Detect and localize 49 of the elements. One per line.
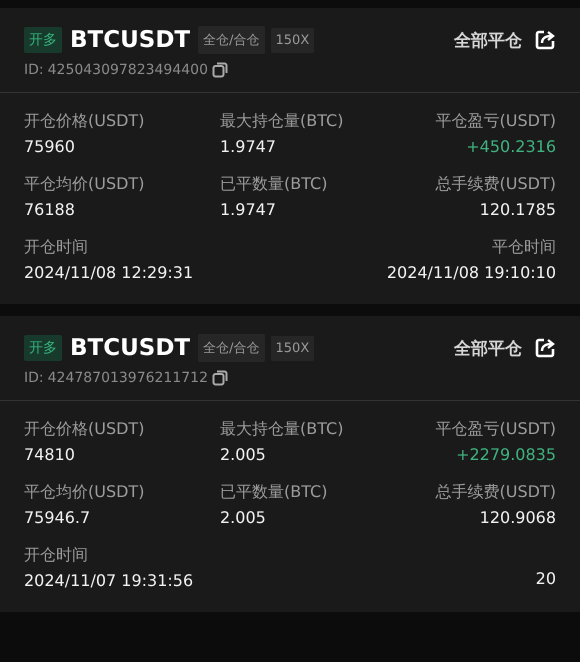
field-value: 2.005 <box>220 508 266 527</box>
field-label: 开仓价格(USDT) <box>24 419 144 440</box>
field-label: 总手续费(USDT) <box>436 174 556 195</box>
symbol-title: BTCUSDT <box>70 335 190 361</box>
id-label: ID: <box>24 62 44 78</box>
field-label: 已平数量(BTC) <box>220 174 328 195</box>
field-value: 76188 <box>24 200 75 219</box>
field-value: 1.9747 <box>220 137 276 156</box>
order-id: 424787013976211712 <box>48 370 208 386</box>
field-label: 平仓盈亏(USDT) <box>436 419 556 440</box>
leverage-tag: 150X <box>270 28 314 52</box>
close-all-button[interactable]: 全部平仓 <box>454 28 556 52</box>
id-label: ID: <box>24 370 44 386</box>
close-all-button[interactable]: 全部平仓 <box>454 336 556 360</box>
share-icon <box>534 337 556 359</box>
field-label: 总手续费(USDT) <box>436 482 556 503</box>
field-value: 20 <box>536 569 556 588</box>
side-badge: 开多 <box>24 335 62 361</box>
margin-mode-tag: 全仓/合仓 <box>198 26 265 54</box>
field-label: 最大持仓量(BTC) <box>220 419 344 440</box>
field-label: 平仓均价(USDT) <box>24 482 144 503</box>
field-label: 最大持仓量(BTC) <box>220 111 344 132</box>
field-label: 开仓时间 <box>24 237 88 258</box>
field-label: 平仓均价(USDT) <box>24 174 144 195</box>
field-value: 120.1785 <box>480 200 556 219</box>
copy-icon[interactable] <box>212 62 228 78</box>
field-value: +450.2316 <box>466 137 556 156</box>
field-label: 平仓时间 <box>492 237 556 258</box>
leverage-tag: 150X <box>270 336 314 360</box>
field-value: 2.005 <box>220 445 266 464</box>
margin-mode-tag: 全仓/合仓 <box>198 334 265 362</box>
field-label: 开仓时间 <box>24 545 88 566</box>
field-value: 120.9068 <box>480 508 556 527</box>
field-label: 已平数量(BTC) <box>220 482 328 503</box>
field-value: 74810 <box>24 445 75 464</box>
field-value: 2024/11/08 12:29:31 <box>24 263 194 282</box>
field-value: 75946.7 <box>24 508 90 527</box>
side-badge: 开多 <box>24 27 62 53</box>
field-value: +2279.0835 <box>456 445 556 464</box>
field-value: 2024/11/08 19:10:10 <box>386 263 556 282</box>
copy-icon[interactable] <box>212 370 228 386</box>
order-id: 425043097823494400 <box>48 62 208 78</box>
share-icon <box>534 29 556 51</box>
symbol-title: BTCUSDT <box>70 27 190 53</box>
field-label: 开仓价格(USDT) <box>24 111 144 132</box>
field-label: 平仓盈亏(USDT) <box>436 111 556 132</box>
field-value: 75960 <box>24 137 75 156</box>
field-value: 1.9747 <box>220 200 276 219</box>
field-value: 2024/11/07 19:31:56 <box>24 571 194 590</box>
